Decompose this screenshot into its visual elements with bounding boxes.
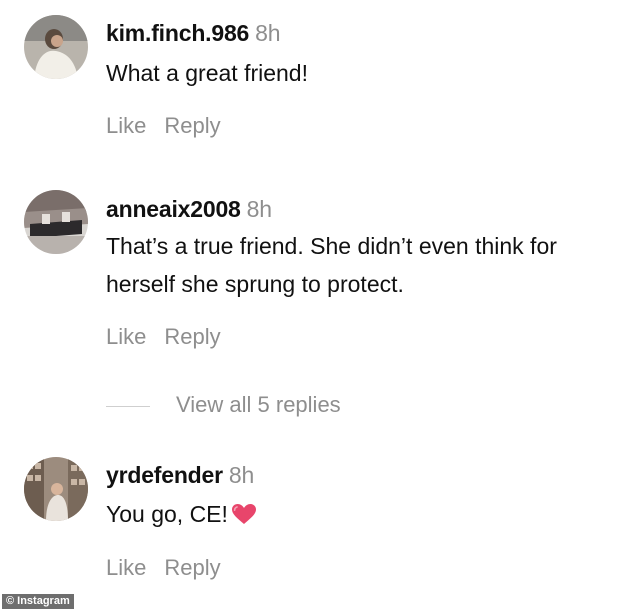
like-button[interactable]: Like	[106, 113, 146, 138]
like-button[interactable]: Like	[106, 555, 146, 580]
comment-text-content: You go, CE!	[106, 501, 228, 527]
comment-actions: Like Reply	[106, 555, 221, 581]
view-replies-button[interactable]: View all 5 replies	[176, 392, 341, 418]
comment-text: What a great friend!	[106, 60, 308, 86]
instagram-watermark: © Instagram	[2, 594, 74, 609]
comment-time: 8h	[246, 196, 272, 222]
avatar[interactable]	[24, 457, 88, 521]
comment-time: 8h	[228, 462, 255, 488]
reply-button[interactable]: Reply	[164, 555, 220, 580]
username-text[interactable]: kim.finch.986	[106, 20, 249, 46]
like-button[interactable]: Like	[106, 324, 146, 349]
comment-text: You go, CE!	[106, 495, 626, 533]
comment-username[interactable]: yrdefender 8h	[106, 462, 254, 489]
comment-actions: Like Reply	[106, 324, 221, 350]
comment-text: That’s a true friend. She didn’t even th…	[106, 233, 557, 297]
divider	[106, 406, 150, 407]
username-text[interactable]: anneaix2008	[106, 196, 241, 222]
username-text[interactable]: yrdefender	[106, 462, 223, 488]
avatar[interactable]	[24, 190, 88, 254]
avatar[interactable]	[24, 15, 88, 79]
reply-button[interactable]: Reply	[164, 113, 220, 138]
reply-button[interactable]: Reply	[164, 324, 220, 349]
comment-username[interactable]: kim.finch.986 8h	[106, 20, 281, 47]
comment-username[interactable]: anneaix2008 8h	[106, 196, 272, 223]
comment-time: 8h	[255, 20, 281, 46]
comment-actions: Like Reply	[106, 113, 221, 139]
heart-icon	[231, 504, 256, 524]
